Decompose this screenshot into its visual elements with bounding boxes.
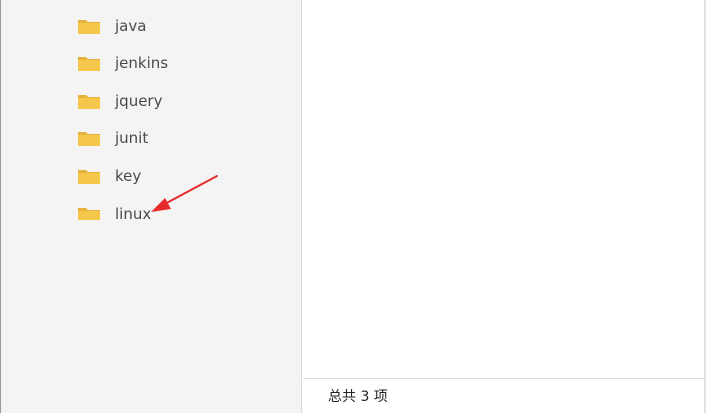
tree-item-label: jquery	[115, 92, 163, 110]
tree-item-junit[interactable]: junit	[77, 124, 277, 152]
navigation-pane[interactable]: java jenkins jquery junit key linux	[0, 0, 302, 413]
folder-icon	[78, 132, 100, 146]
tree-item-jenkins[interactable]: jenkins	[77, 49, 277, 77]
folder-icon	[78, 95, 100, 109]
annotation-arrow-icon	[151, 175, 218, 212]
folder-icon	[78, 170, 100, 184]
tree-item-jquery[interactable]: jquery	[77, 87, 277, 115]
tree-item-label: junit	[115, 129, 149, 147]
folder-icon	[78, 208, 100, 220]
content-pane[interactable]: 总共 3 项	[303, 0, 706, 413]
tree-item-label: java	[115, 17, 147, 35]
folder-icon	[78, 57, 100, 71]
status-bar: 总共 3 项	[303, 378, 704, 413]
tree-item-label: jenkins	[115, 54, 169, 72]
item-count-text: 总共 3 项	[328, 389, 388, 405]
tree-item-java[interactable]: java	[77, 12, 277, 40]
tree-item-label: key	[115, 167, 142, 185]
folder-icon	[78, 20, 100, 34]
